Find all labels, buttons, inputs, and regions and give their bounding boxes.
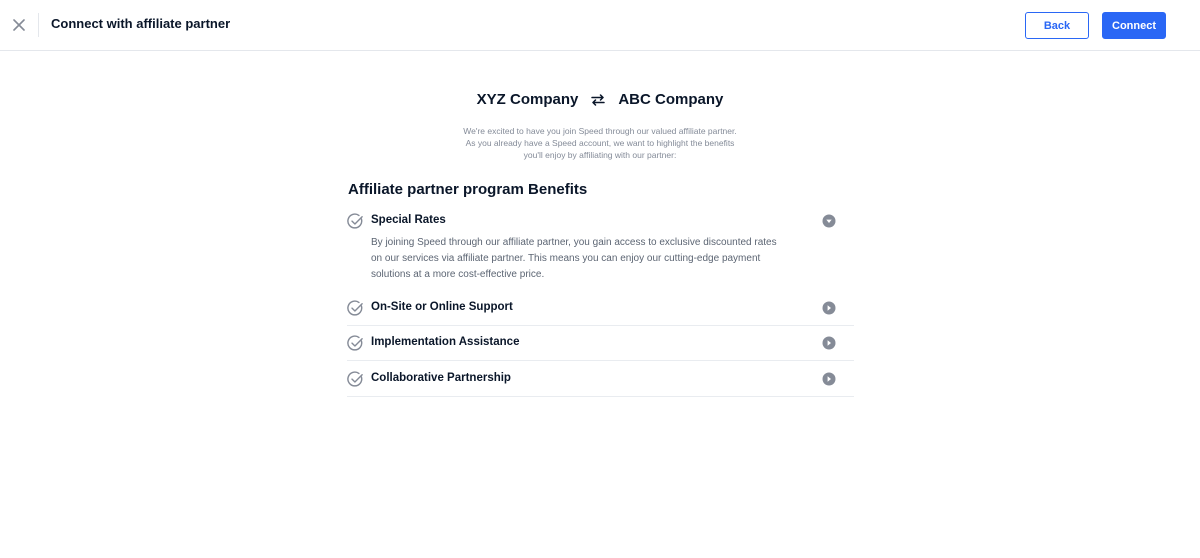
- desc-line: on our services via affiliate partner. T…: [371, 253, 761, 264]
- company-right: ABC Company: [618, 91, 724, 108]
- benefit-item-implementation[interactable]: Implementation Assistance: [347, 335, 854, 355]
- intro-line: We're excited to have you join Speed thr…: [463, 126, 737, 136]
- benefit-item-support[interactable]: On-Site or Online Support: [347, 300, 854, 320]
- close-button[interactable]: [10, 16, 28, 34]
- divider: [347, 325, 854, 326]
- connect-button[interactable]: Connect: [1102, 12, 1166, 39]
- benefit-item-partnership[interactable]: Collaborative Partnership: [347, 371, 854, 391]
- chevron-right-icon[interactable]: [822, 336, 836, 350]
- benefit-label: On-Site or Online Support: [371, 301, 513, 313]
- chevron-right-icon[interactable]: [822, 372, 836, 386]
- company-pair: XYZ Company ABC Company: [0, 91, 1200, 108]
- benefits-title: Affiliate partner program Benefits: [348, 181, 588, 198]
- close-icon: [13, 19, 25, 31]
- benefit-label: Collaborative Partnership: [371, 372, 511, 384]
- divider: [347, 360, 854, 361]
- swap-arrows-icon: [590, 93, 606, 106]
- desc-line: solutions at a more cost-effective price…: [371, 269, 545, 280]
- benefit-label: Special Rates: [371, 214, 446, 226]
- intro-line: As you already have a Speed account, we …: [465, 138, 735, 148]
- check-circle-icon: [347, 300, 363, 316]
- check-circle-icon: [347, 213, 363, 229]
- divider: [347, 396, 854, 397]
- company-left: XYZ Company: [476, 91, 579, 108]
- desc-line: By joining Speed through our affiliate p…: [371, 237, 777, 248]
- back-button[interactable]: Back: [1025, 12, 1089, 39]
- benefit-item-special-rates[interactable]: Special Rates By joining Speed through o…: [347, 213, 854, 293]
- header-divider: [38, 13, 39, 37]
- chevron-down-icon[interactable]: [822, 214, 836, 228]
- check-circle-icon: [347, 335, 363, 351]
- top-bar: Connect with affiliate partner Back Conn…: [0, 0, 1200, 51]
- benefit-label: Implementation Assistance: [371, 336, 520, 348]
- page-title: Connect with affiliate partner: [51, 16, 231, 31]
- intro-line: you'll enjoy by affiliating with our par…: [523, 150, 677, 160]
- benefit-description: By joining Speed through our affiliate p…: [371, 235, 811, 283]
- intro-text: We're excited to have you join Speed thr…: [400, 125, 800, 161]
- chevron-right-icon[interactable]: [822, 301, 836, 315]
- check-circle-icon: [347, 371, 363, 387]
